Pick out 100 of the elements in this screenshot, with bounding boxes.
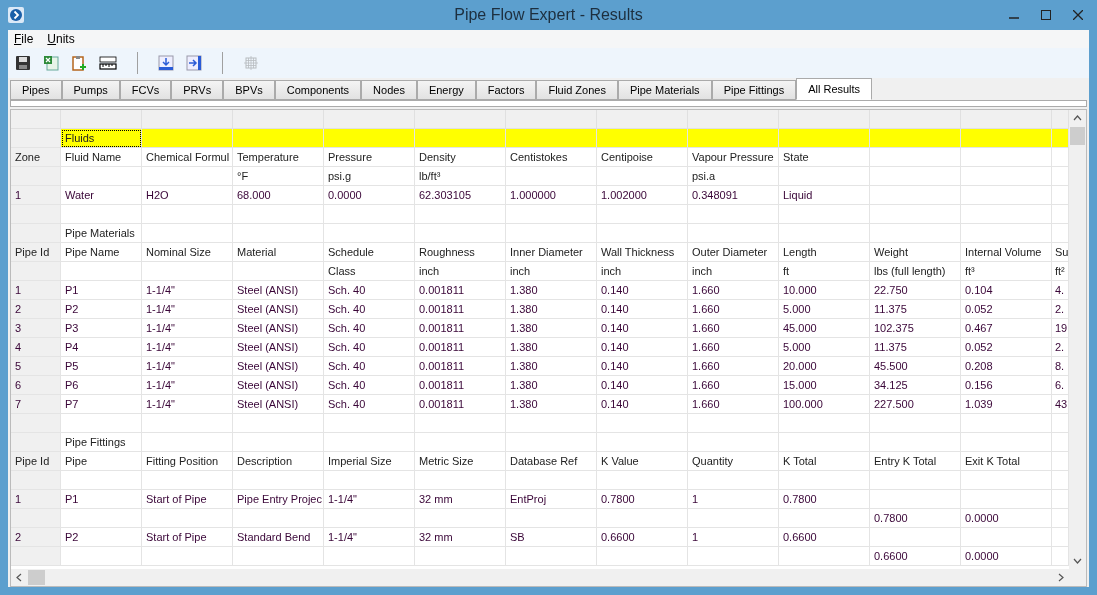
table-cell: Steel (ANSI): [233, 319, 324, 338]
menu-item[interactable]: File: [14, 30, 34, 48]
table-cell: 15.000: [779, 376, 870, 395]
section-title[interactable]: Pipe Fittings: [61, 433, 142, 452]
row-header-label: Pipe Id: [11, 452, 61, 471]
table-cell: Pipe Entry Projec: [233, 490, 324, 509]
table-cell: 227.500: [870, 395, 961, 414]
table-cell: 0.001811: [415, 319, 506, 338]
unit-label: inch: [597, 262, 688, 281]
tab[interactable]: Pipe Fittings: [711, 80, 797, 100]
table-cell: 0.140: [597, 300, 688, 319]
menu-item[interactable]: Units: [47, 30, 75, 48]
column-header: State: [779, 148, 870, 167]
table-cell: 0.052: [961, 338, 1052, 357]
column-header: Quantity: [688, 452, 779, 471]
table-cell: Start of Pipe: [142, 528, 233, 547]
table-cell: 19: [1052, 319, 1069, 338]
section-title[interactable]: Fluids: [61, 129, 142, 148]
table-cell: Water: [61, 186, 142, 205]
table-cell: 1.660: [688, 281, 779, 300]
unit-label: Class: [324, 262, 415, 281]
table-cell: Sch. 40: [324, 376, 415, 395]
table-cell: 1-1/4": [324, 490, 415, 509]
table-cell: P4: [61, 338, 142, 357]
column-header: Length: [779, 243, 870, 262]
tab[interactable]: Components: [274, 80, 362, 100]
column-header: Vapour Pressure: [688, 148, 779, 167]
column-header: K Total: [779, 452, 870, 471]
tab[interactable]: FCVs: [119, 80, 172, 100]
table-cell: Steel (ANSI): [233, 281, 324, 300]
table-cell: 1.002000: [597, 186, 688, 205]
table-cell: Steel (ANSI): [233, 338, 324, 357]
table-cell: 0.140: [597, 319, 688, 338]
tab[interactable]: All Results: [796, 78, 873, 100]
table-cell: EntProj: [506, 490, 597, 509]
table-cell: 4.: [1052, 281, 1069, 300]
table-cell: 1-1/4": [142, 338, 233, 357]
tab[interactable]: Energy: [416, 80, 476, 100]
table-cell: Standard Bend: [233, 528, 324, 547]
table-cell: 1.660: [688, 395, 779, 414]
column-header: Pressure: [324, 148, 415, 167]
column-header: Material: [233, 243, 324, 262]
tab[interactable]: BPVs: [223, 80, 275, 100]
table-cell: 1.380: [506, 338, 597, 357]
table-cell: 0.052: [961, 300, 1052, 319]
tab[interactable]: Pipe Materials: [617, 80, 712, 100]
unit-label: °F: [233, 167, 324, 186]
table-cell: 0.7800: [597, 490, 688, 509]
table-cell: 0.7800: [870, 509, 961, 528]
table-cell: 0.140: [597, 376, 688, 395]
column-header: Density: [415, 148, 506, 167]
section-title[interactable]: Pipe Materials: [61, 224, 142, 243]
table-cell: 1.380: [506, 319, 597, 338]
table-cell: 2.: [1052, 300, 1069, 319]
tab[interactable]: Pipes: [10, 80, 62, 100]
table-cell: 2.: [1052, 338, 1069, 357]
table-cell: 1.660: [688, 319, 779, 338]
table-cell: Steel (ANSI): [233, 357, 324, 376]
column-header: Fitting Position: [142, 452, 233, 471]
table-cell: 11.375: [870, 338, 961, 357]
tab[interactable]: PRVs: [171, 80, 224, 100]
row-number: 2: [11, 528, 61, 547]
table-cell: 0.001811: [415, 357, 506, 376]
row-number: 7: [11, 395, 61, 414]
tab[interactable]: Factors: [475, 80, 537, 100]
table-cell: 0.0000: [961, 509, 1052, 528]
unit-label: inch: [506, 262, 597, 281]
column-header: Internal Volume: [961, 243, 1052, 262]
column-header: Entry K Total: [870, 452, 961, 471]
table-cell: 1.380: [506, 281, 597, 300]
tab[interactable]: Fluid Zones: [536, 80, 618, 100]
table-cell: 5.000: [779, 300, 870, 319]
table-cell: Liquid: [779, 186, 870, 205]
table-cell: 32 mm: [415, 490, 506, 509]
unit-label: ft³: [961, 262, 1052, 281]
table-cell: 0.104: [961, 281, 1052, 300]
table-cell: 68.000: [233, 186, 324, 205]
tab[interactable]: Nodes: [361, 80, 417, 100]
table-cell: 1.380: [506, 376, 597, 395]
table-cell: P2: [61, 528, 142, 547]
column-header: Centipoise: [597, 148, 688, 167]
table-cell: 22.750: [870, 281, 961, 300]
table-cell: P2: [61, 300, 142, 319]
table-cell: 1-1/4": [324, 528, 415, 547]
table-cell: 1-1/4": [142, 395, 233, 414]
table-cell: 11.375: [870, 300, 961, 319]
table-cell: 0.001811: [415, 281, 506, 300]
table-cell: 0.001811: [415, 300, 506, 319]
table-cell: P1: [61, 281, 142, 300]
column-header: Weight: [870, 243, 961, 262]
table-cell: 0.208: [961, 357, 1052, 376]
table-cell: Sch. 40: [324, 281, 415, 300]
unit-label: inch: [688, 262, 779, 281]
table-cell: P6: [61, 376, 142, 395]
column-header: Imperial Size: [324, 452, 415, 471]
table-cell: Sch. 40: [324, 338, 415, 357]
table-cell: 1.660: [688, 338, 779, 357]
table-cell: 0.001811: [415, 376, 506, 395]
tab[interactable]: Pumps: [61, 80, 120, 100]
column-header: K Value: [597, 452, 688, 471]
